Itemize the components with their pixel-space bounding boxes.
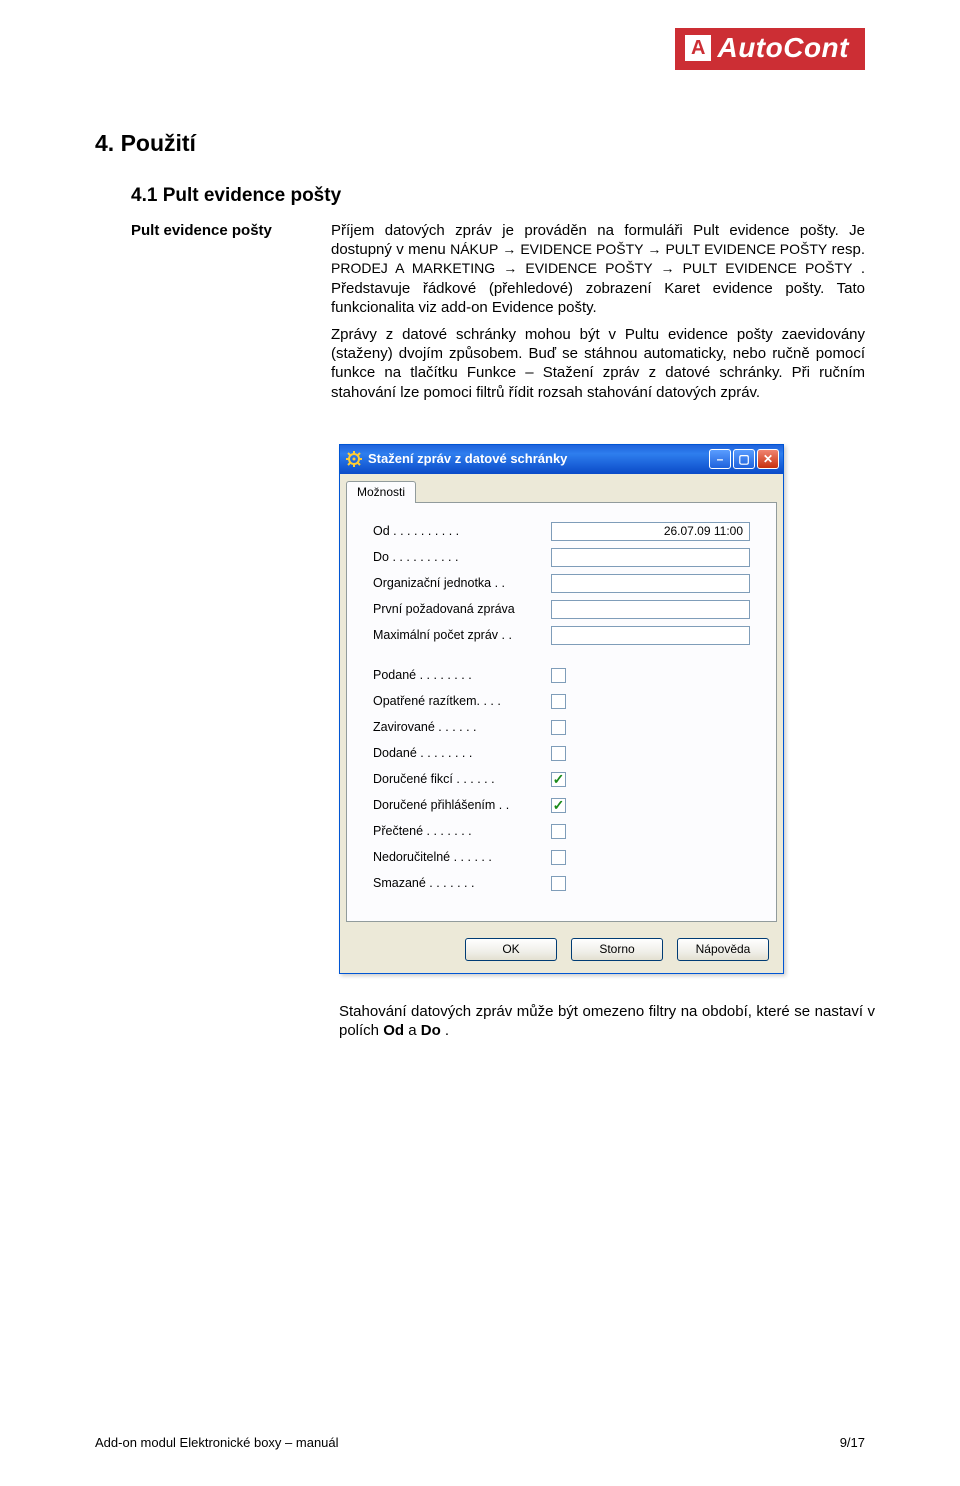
label-fikci: Doručené fikcí . . . . . . bbox=[373, 772, 551, 786]
ok-button[interactable]: OK bbox=[465, 938, 557, 961]
checkbox-opatrene[interactable] bbox=[551, 694, 566, 709]
logo: A AutoCont bbox=[675, 28, 865, 70]
checkbox-podane[interactable] bbox=[551, 668, 566, 683]
page-footer: Add-on modul Elektronické boxy – manuál … bbox=[95, 1435, 865, 1450]
label-smazane: Smazané . . . . . . . bbox=[373, 876, 551, 890]
label-prvni: První požadovaná zpráva bbox=[373, 602, 551, 616]
dialog-window: Stažení zpráv z datové schránky – ▢ ✕ Mo… bbox=[339, 444, 784, 974]
label-od: Od . . . . . . . . . . bbox=[373, 524, 551, 538]
after-bold2: Do bbox=[421, 1022, 441, 1039]
input-org[interactable] bbox=[551, 574, 750, 593]
body-text: Příjem datových zpráv je prováděn na for… bbox=[331, 221, 865, 410]
close-button[interactable]: ✕ bbox=[757, 449, 779, 469]
header-logo-bar: A AutoCont bbox=[95, 28, 865, 70]
para1-b: resp. bbox=[832, 241, 865, 258]
input-do[interactable] bbox=[551, 548, 750, 567]
minimize-button[interactable]: – bbox=[709, 449, 731, 469]
footer-left: Add-on modul Elektronické boxy – manuál bbox=[95, 1435, 339, 1450]
label-org: Organizační jednotka . . bbox=[373, 576, 551, 590]
logo-mark-icon: A bbox=[685, 35, 711, 61]
para1-nav1: NÁKUP → EVIDENCE POŠTY → PULT EVIDENCE P… bbox=[450, 241, 827, 257]
checkbox-zavirov[interactable] bbox=[551, 720, 566, 735]
label-max: Maximální počet zpráv . . bbox=[373, 628, 551, 642]
checkbox-nedoruc[interactable] bbox=[551, 850, 566, 865]
section-title: 4. Použití bbox=[95, 130, 865, 157]
input-max[interactable] bbox=[551, 626, 750, 645]
titlebar[interactable]: Stažení zpráv z datové schránky – ▢ ✕ bbox=[340, 445, 783, 474]
label-prihl: Doručené přihlášením . . bbox=[373, 798, 551, 812]
dialog-button-row: OK Storno Nápověda bbox=[340, 928, 783, 973]
gear-icon bbox=[346, 451, 362, 467]
after-bold1: Od bbox=[383, 1022, 404, 1039]
label-opatrene: Opatřené razítkem. . . . bbox=[373, 694, 551, 708]
after-text: Stahování datových zpráv může být omezen… bbox=[339, 1002, 875, 1040]
checkbox-dodane[interactable] bbox=[551, 746, 566, 761]
label-zavirov: Zavirované . . . . . . bbox=[373, 720, 551, 734]
footer-right: 9/17 bbox=[840, 1435, 865, 1450]
checkbox-prihl[interactable]: ✓ bbox=[551, 798, 566, 813]
after-end: . bbox=[445, 1022, 449, 1039]
label-prectene: Přečtené . . . . . . . bbox=[373, 824, 551, 838]
input-od[interactable] bbox=[551, 522, 750, 541]
help-button[interactable]: Nápověda bbox=[677, 938, 769, 961]
cancel-button[interactable]: Storno bbox=[571, 938, 663, 961]
label-dodane: Dodané . . . . . . . . bbox=[373, 746, 551, 760]
maximize-button[interactable]: ▢ bbox=[733, 449, 755, 469]
label-podane: Podané . . . . . . . . bbox=[373, 668, 551, 682]
tab-strip: Možnosti bbox=[340, 474, 783, 502]
label-nedoruc: Nedoručitelné . . . . . . bbox=[373, 850, 551, 864]
checkbox-fikci[interactable]: ✓ bbox=[551, 772, 566, 787]
tab-panel: Od . . . . . . . . . . Do . . . . . . . … bbox=[346, 502, 777, 922]
checkbox-prectene[interactable] bbox=[551, 824, 566, 839]
para1-nav2: PRODEJ A MARKETING → EVIDENCE POŠTY → PU… bbox=[331, 260, 852, 276]
label-do: Do . . . . . . . . . . bbox=[373, 550, 551, 564]
para2: Zprávy z datové schránky mohou být v Pul… bbox=[331, 325, 865, 402]
logo-text: AutoCont bbox=[717, 32, 849, 64]
subsection-title: 4.1 Pult evidence pošty bbox=[131, 185, 865, 207]
tab-options[interactable]: Možnosti bbox=[346, 481, 416, 503]
paragraph-left-label: Pult evidence pošty bbox=[131, 221, 321, 410]
dialog-title: Stažení zpráv z datové schránky bbox=[368, 451, 703, 466]
checkbox-smazane[interactable] bbox=[551, 876, 566, 891]
after-mid: a bbox=[408, 1022, 421, 1039]
input-prvni[interactable] bbox=[551, 600, 750, 619]
